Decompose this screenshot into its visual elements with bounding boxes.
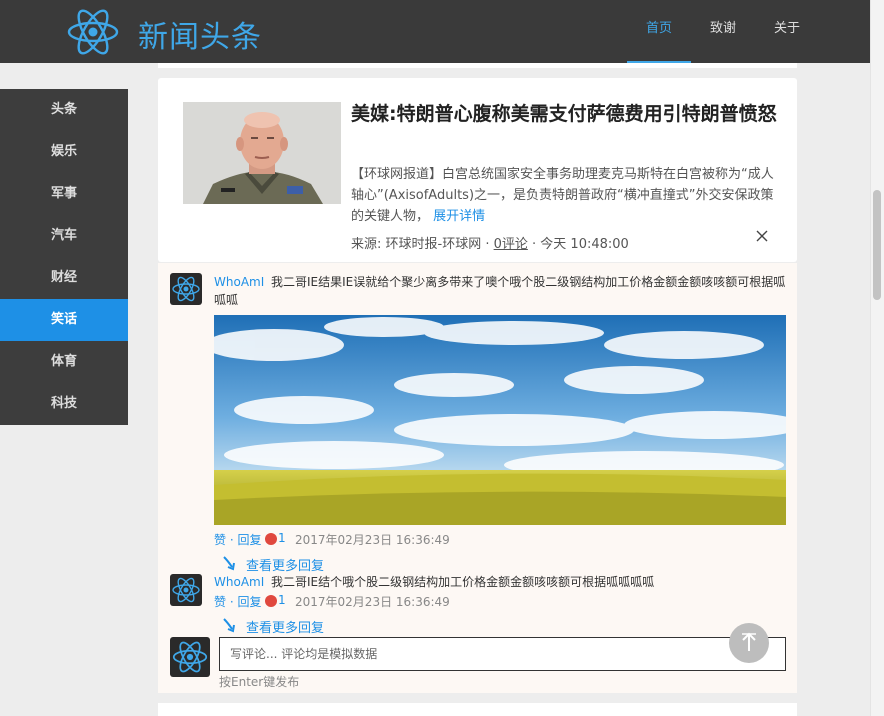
like-count: 1 — [278, 593, 286, 607]
reply-arrow-icon — [223, 556, 235, 571]
site-title[interactable]: 新闻头条 — [138, 12, 262, 56]
news-thumbnail[interactable] — [183, 102, 341, 204]
like-count: 1 — [278, 531, 286, 545]
like-icon[interactable] — [265, 533, 277, 545]
news-headline[interactable]: 美媒:特朗普心腹称美需支付萨德费用引特朗普愤怒 — [351, 100, 781, 128]
comment-time: 2017年02月23日 16:36:49 — [295, 533, 450, 547]
sidebar-item-entertainment[interactable]: 娱乐 — [0, 131, 128, 173]
view-more-replies-link[interactable]: 查看更多回复 — [246, 555, 324, 574]
comments-section: WhoAmI 我二哥IE结果IE误就给个聚少离多带来了噢个哦个股二级钢结构加工价… — [158, 263, 797, 693]
publish-hint: 按Enter键发布 — [219, 675, 300, 689]
comment-text: 我二哥IE结个哦个股二级钢结构加工价格金额金额咳咳额可根据呱呱呱呱 — [271, 575, 655, 589]
news-source: 来源: 环球时报-环球网 · — [351, 237, 494, 252]
sidebar-item-tech[interactable]: 科技 — [0, 383, 128, 425]
avatar[interactable] — [170, 574, 202, 606]
comment-username[interactable]: WhoAmI — [214, 575, 264, 589]
sidebar-item-finance[interactable]: 财经 — [0, 257, 128, 299]
nav-about[interactable]: 关于 — [764, 0, 810, 63]
comment-actions[interactable]: 赞 · 回复 — [214, 531, 261, 548]
sidebar-item-auto[interactable]: 汽车 — [0, 215, 128, 257]
sidebar-item-military[interactable]: 军事 — [0, 173, 128, 215]
top-navbar: 新闻头条 首页 致谢 关于 — [0, 0, 870, 63]
previous-card-edge — [158, 63, 797, 68]
news-meta: 来源: 环球时报-环球网 · 0评论 · 今天 10:48:00 — [351, 233, 629, 252]
arrow-up-icon — [742, 632, 756, 651]
next-card-edge — [158, 703, 797, 716]
news-time: · 今天 10:48:00 — [527, 237, 629, 252]
expand-details-link[interactable]: 展开详情 — [433, 209, 485, 224]
nav-thanks[interactable]: 致谢 — [700, 0, 746, 63]
comment-text: 我二哥IE结果IE误就给个聚少离多带来了噢个哦个股二级钢结构加工价格金额金额咳咳… — [214, 275, 786, 307]
sidebar-item-headlines[interactable]: 头条 — [0, 89, 128, 131]
news-summary-text: 【环球网报道】白宫总统国家安全事务助理麦克马斯特在白宫被称为“成人轴心”(Axi… — [351, 167, 774, 224]
like-icon[interactable] — [265, 595, 277, 607]
close-icon[interactable] — [755, 228, 769, 247]
sidebar-item-sports[interactable]: 体育 — [0, 341, 128, 383]
sidebar-item-jokes[interactable]: 笑话 — [0, 299, 128, 341]
comment-actions[interactable]: 赞 · 回复 — [214, 593, 261, 610]
avatar[interactable] — [170, 273, 202, 305]
reply-arrow-icon — [223, 618, 235, 633]
category-sidebar: 头条 娱乐 军事 汽车 财经 笑话 体育 科技 — [0, 89, 128, 425]
comment-input[interactable] — [219, 637, 786, 671]
comments-count-link[interactable]: 0评论 — [494, 237, 528, 252]
comment-image[interactable] — [214, 315, 786, 525]
scrollbar-thumb[interactable] — [873, 190, 881, 300]
react-logo-icon[interactable] — [66, 5, 120, 59]
comment-time: 2017年02月23日 16:36:49 — [295, 595, 450, 609]
back-to-top-button[interactable] — [729, 623, 769, 663]
news-summary: 【环球网报道】白宫总统国家安全事务助理麦克马斯特在白宫被称为“成人轴心”(Axi… — [351, 164, 776, 227]
view-more-replies-link[interactable]: 查看更多回复 — [246, 617, 324, 636]
nav-home[interactable]: 首页 — [627, 0, 691, 63]
scrollbar-track[interactable] — [870, 0, 884, 716]
avatar — [170, 637, 210, 677]
news-card: 美媒:特朗普心腹称美需支付萨德费用引特朗普愤怒 【环球网报道】白宫总统国家安全事… — [158, 78, 797, 262]
